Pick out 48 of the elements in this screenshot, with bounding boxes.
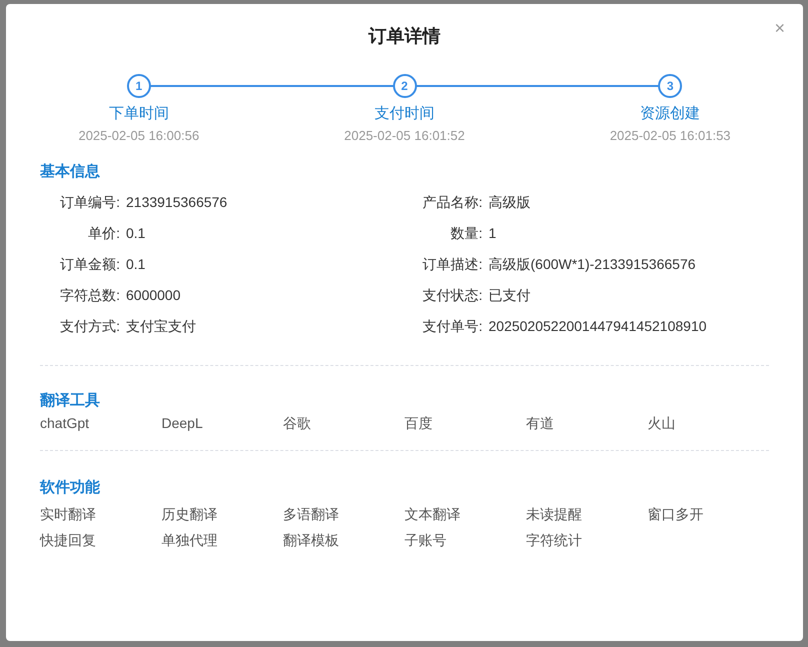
field-value: 1	[488, 224, 496, 243]
field-label: 订单描述:	[422, 255, 482, 274]
field-value: 2025020522001447941452108910	[488, 317, 707, 336]
step-time: 2025-02-05 16:00:56	[78, 127, 200, 145]
field-value: 0.1	[126, 224, 146, 243]
feature-name: 字符统计	[526, 530, 582, 550]
feature-name: 快捷回复	[40, 530, 96, 550]
field-label: 订单金额:	[59, 255, 120, 274]
step-label: 下单时间	[108, 104, 169, 124]
tool-name: 火山	[648, 414, 676, 432]
section-heading: 翻译工具	[40, 391, 101, 411]
field-value: 6000000	[126, 286, 181, 305]
tool-name: chatGpt	[40, 414, 90, 433]
feature-name: 翻译模板	[283, 530, 339, 550]
section-heading: 基本信息	[40, 162, 101, 182]
step-label: 资源创建	[640, 104, 700, 124]
tool-name: 百度	[404, 414, 432, 432]
field-label: 订单编号:	[59, 193, 120, 212]
feature-name: 未读提醒	[526, 504, 582, 524]
field-value: 支付宝支付	[126, 317, 196, 336]
tool-name: DeepL	[162, 414, 203, 433]
feature-name: 子账号	[404, 530, 446, 550]
feature-name: 窗口多开	[648, 504, 704, 524]
field-value: 高级版(600W*1)-2133915366576	[488, 255, 696, 274]
step-label: 支付时间	[374, 104, 434, 124]
field-label: 支付状态:	[422, 286, 482, 305]
field-value: 已支付	[488, 286, 530, 305]
tool-name: 有道	[526, 414, 554, 432]
step-time: 2025-02-05 16:01:52	[344, 127, 465, 145]
field-value: 0.1	[126, 255, 146, 274]
field-label: 单价:	[87, 224, 120, 243]
feature-name: 历史翻译	[162, 504, 218, 524]
feature-name: 单独代理	[162, 530, 218, 550]
field-value: 高级版	[488, 193, 530, 212]
field-label: 产品名称:	[422, 193, 482, 212]
feature-name: 文本翻译	[404, 504, 460, 524]
field-label: 支付单号:	[422, 317, 482, 336]
dialog-title: 订单详情	[368, 25, 440, 48]
close-button[interactable]: ×	[774, 18, 785, 38]
feature-name: 实时翻译	[40, 504, 96, 524]
feature-name: 多语翻译	[283, 504, 339, 524]
field-value: 2133915366576	[126, 193, 228, 212]
field-label: 支付方式:	[59, 317, 120, 336]
step-time: 2025-02-05 16:01:53	[610, 127, 731, 145]
tool-name: 谷歌	[283, 414, 311, 432]
field-label: 数量:	[450, 224, 482, 243]
field-label: 字符总数:	[59, 286, 120, 305]
section-heading: 软件功能	[40, 478, 101, 498]
